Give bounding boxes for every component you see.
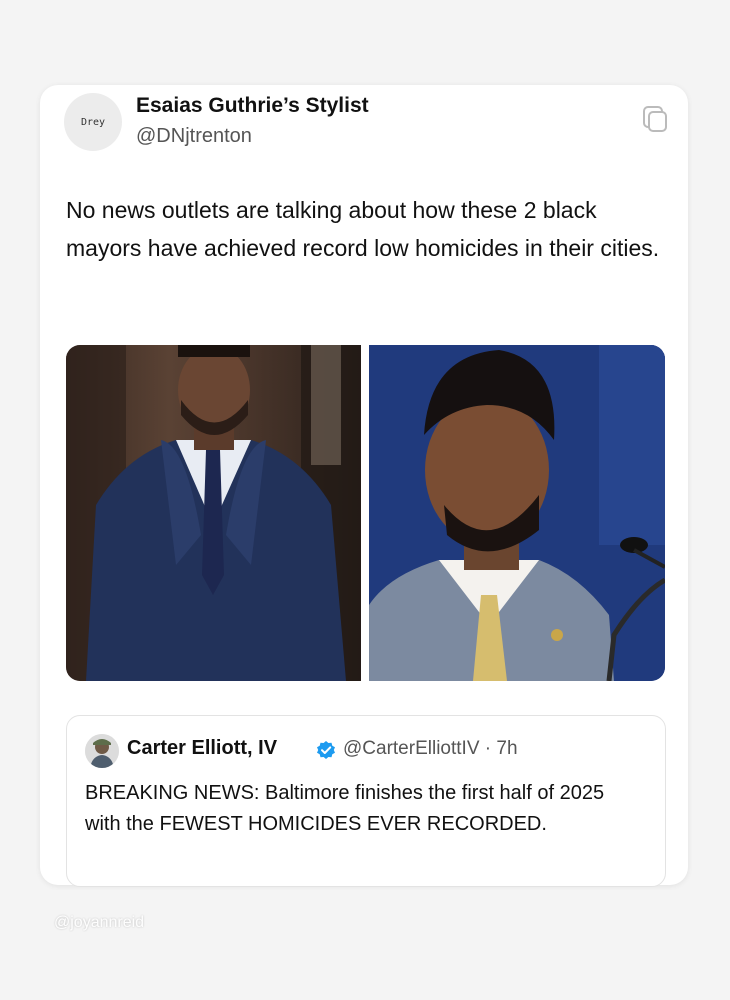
watermark: @joyannreid <box>54 914 145 931</box>
quoted-post-text: BREAKING NEWS: Baltimore finishes the fi… <box>85 782 605 835</box>
mayor-portrait-right[interactable] <box>369 345 665 681</box>
post-text: No news outlets are talking about how th… <box>66 197 660 261</box>
avatar-text: Drey <box>80 116 106 128</box>
portrait-right-illustration <box>369 345 665 681</box>
author-display-name[interactable]: Esaias Guthrie’s Stylist <box>136 94 369 118</box>
portrait-left-illustration <box>66 345 361 681</box>
author-avatar[interactable]: Drey <box>64 93 122 151</box>
quoted-author-avatar[interactable] <box>85 734 119 768</box>
mayor-portrait-left[interactable] <box>66 345 361 681</box>
verified-badge-icon <box>317 741 335 759</box>
quoted-author-name[interactable]: Carter Elliott, IV <box>127 737 277 760</box>
author-handle[interactable]: @DNjtrenton <box>136 125 252 148</box>
quoted-post[interactable]: Carter Elliott, IV @CarterElliottIV · 7h… <box>66 715 666 887</box>
copy-icon[interactable] <box>642 105 668 133</box>
quoted-avatar-image <box>85 734 119 768</box>
post-card: Drey Esaias Guthrie’s Stylist @DNjtrento… <box>40 85 688 887</box>
quoted-author-handle-time[interactable]: @CarterElliottIV · 7h <box>343 738 518 760</box>
